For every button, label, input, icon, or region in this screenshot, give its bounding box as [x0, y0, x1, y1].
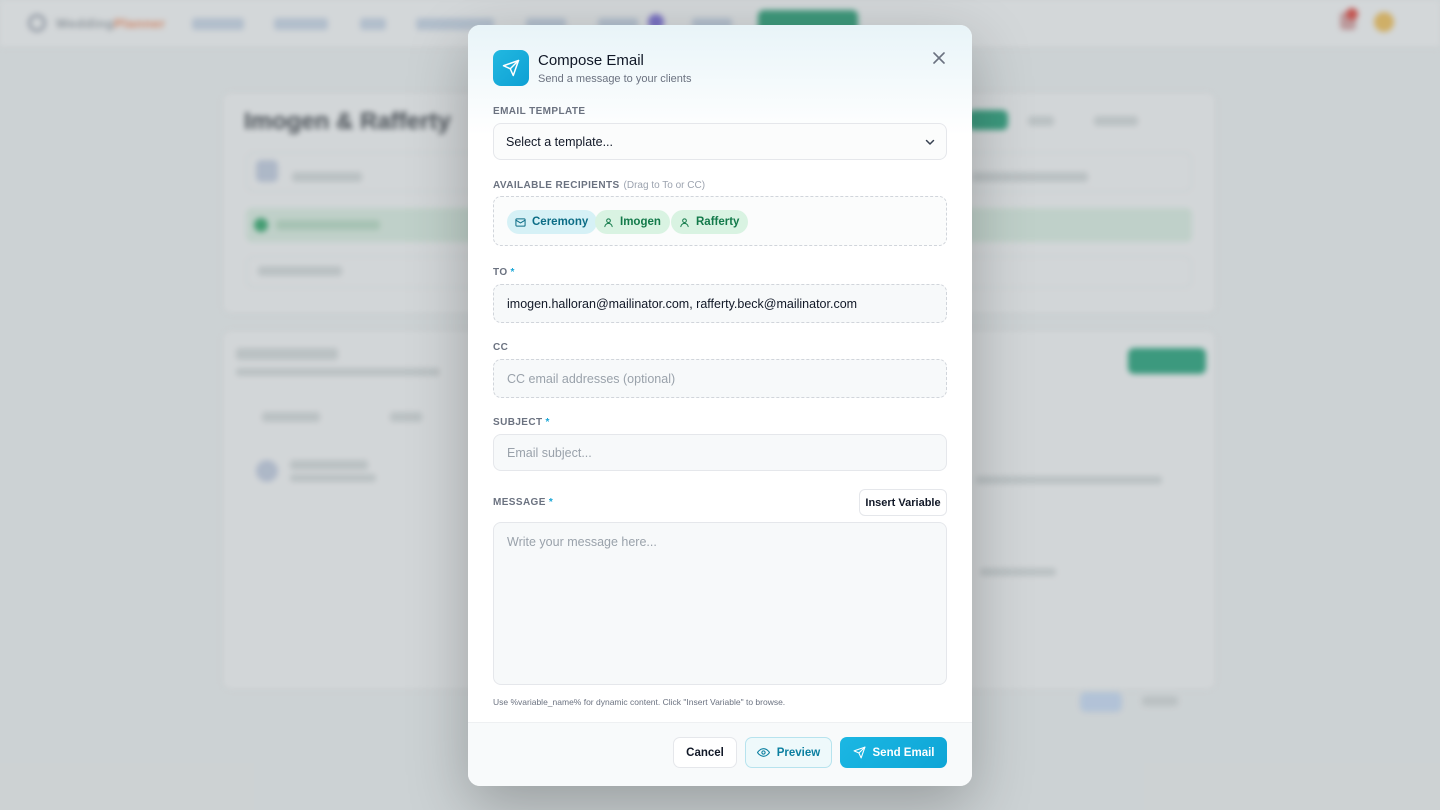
required-mark: *: [545, 417, 550, 428]
template-select-value: Select a template...: [506, 135, 614, 149]
subject-label: SUBJECT *: [493, 417, 550, 428]
send-email-button[interactable]: Send Email: [840, 737, 947, 768]
recipients-label: AVAILABLE RECIPIENTS (Drag to To or CC): [493, 180, 706, 191]
cc-label: CC: [493, 342, 509, 353]
recipient-chip-ceremony[interactable]: Ceremony: [507, 210, 598, 234]
to-label: TO *: [493, 267, 515, 278]
recipients-hint: (Drag to To or CC): [623, 180, 706, 191]
eye-icon: [756, 748, 770, 757]
recipient-chip-imogen[interactable]: Imogen: [595, 210, 670, 234]
person-icon: [680, 217, 689, 227]
message-textarea[interactable]: Write your message here...: [493, 522, 947, 685]
message-help-text: Use %variable_name% for dynamic content.…: [493, 697, 786, 707]
modal-title: Compose Email: [538, 52, 644, 69]
modal-footer: Cancel Preview Send Email: [468, 722, 972, 786]
template-label: EMAIL TEMPLATE: [493, 106, 586, 117]
modal-subtitle: Send a message to your clients: [538, 73, 692, 85]
required-mark: *: [510, 267, 515, 278]
mail-icon: [515, 217, 526, 227]
to-field-value: imogen.halloran@mailinator.com, rafferty…: [507, 297, 858, 311]
send-label: Send Email: [872, 746, 935, 759]
chip-label: Rafferty: [696, 216, 740, 228]
message-placeholder: Write your message here...: [507, 535, 657, 549]
cancel-button[interactable]: Cancel: [673, 737, 737, 768]
send-icon: [853, 746, 865, 759]
message-label: MESSAGE *: [493, 497, 554, 508]
recipients-dropzone[interactable]: Ceremony Imogen Rafferty: [493, 196, 947, 246]
chip-label: Ceremony: [532, 216, 589, 228]
subject-input[interactable]: Email subject...: [493, 434, 947, 471]
person-icon: [604, 217, 613, 227]
close-icon[interactable]: [930, 49, 948, 67]
recipient-chip-rafferty[interactable]: Rafferty: [671, 210, 749, 234]
send-icon: [493, 50, 529, 86]
to-field[interactable]: imogen.halloran@mailinator.com, rafferty…: [493, 284, 947, 323]
chip-label: Imogen: [620, 216, 661, 228]
preview-label: Preview: [776, 746, 821, 759]
subject-placeholder: Email subject...: [507, 446, 592, 460]
chevron-down-icon: [925, 139, 935, 145]
insert-variable-button[interactable]: Insert Variable: [859, 489, 947, 516]
compose-email-modal: Compose Email Send a message to your cli…: [468, 25, 972, 786]
cc-field-placeholder: CC email addresses (optional): [507, 372, 676, 386]
cc-field[interactable]: CC email addresses (optional): [493, 359, 947, 398]
required-mark: *: [548, 497, 554, 508]
template-select[interactable]: Select a template...: [493, 123, 947, 160]
preview-button[interactable]: Preview: [745, 737, 832, 768]
cancel-label: Cancel: [686, 746, 724, 759]
